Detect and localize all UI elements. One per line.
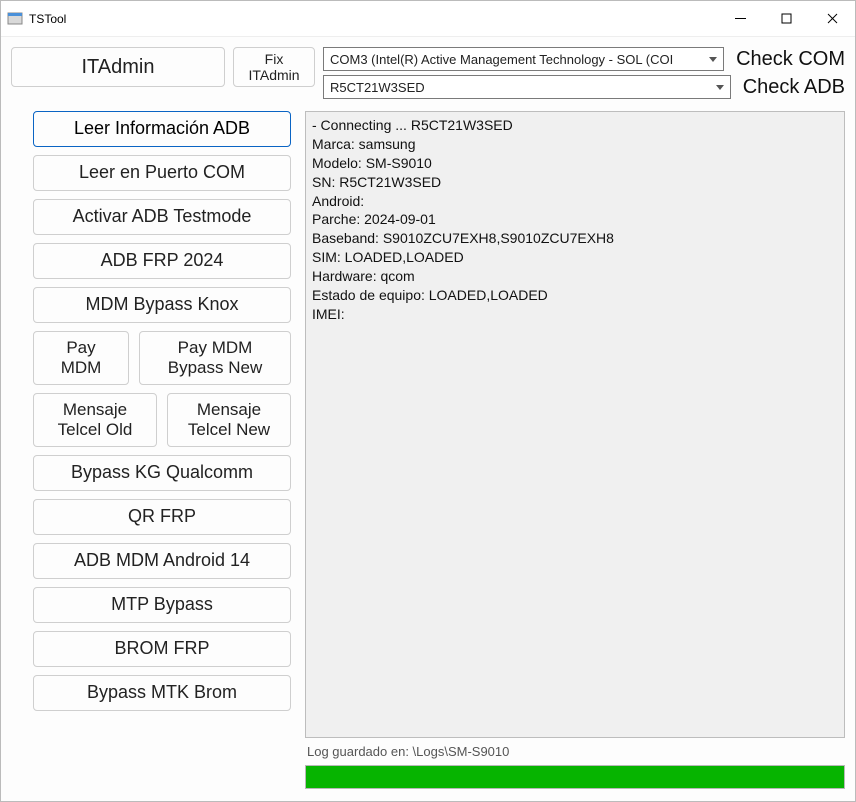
mensaje-row: Mensaje Telcel Old Mensaje Telcel New: [33, 393, 291, 447]
status-text: Log guardado en: \Logs\SM-S9010: [305, 744, 845, 759]
check-com-link[interactable]: Check COM: [736, 48, 845, 71]
left-column: Leer Información ADB Leer en Puerto COM …: [11, 111, 291, 789]
top-row: ITAdmin Fix ITAdmin COM3 (Intel(R) Activ…: [11, 47, 845, 99]
qr-frp-button[interactable]: QR FRP: [33, 499, 291, 535]
adb-device-combo[interactable]: R5CT21W3SED: [323, 75, 731, 99]
com-port-value: COM3 (Intel(R) Active Management Technol…: [330, 52, 673, 67]
log-output[interactable]: - Connecting ... R5CT21W3SED Marca: sams…: [305, 111, 845, 738]
progress-bar: [305, 765, 845, 789]
check-adb-link[interactable]: Check ADB: [743, 76, 845, 99]
main-row: Leer Información ADB Leer en Puerto COM …: [11, 111, 845, 789]
titlebar-controls: [717, 1, 855, 37]
leer-puerto-com-button[interactable]: Leer en Puerto COM: [33, 155, 291, 191]
fix-itadmin-button[interactable]: Fix ITAdmin: [233, 47, 315, 87]
progress-fill: [306, 766, 844, 788]
pay-mdm-button[interactable]: Pay MDM: [33, 331, 129, 385]
maximize-button[interactable]: [763, 1, 809, 37]
adb-frp-2024-button[interactable]: ADB FRP 2024: [33, 243, 291, 279]
close-button[interactable]: [809, 1, 855, 37]
app-icon: [7, 11, 23, 27]
mdm-bypass-knox-button[interactable]: MDM Bypass Knox: [33, 287, 291, 323]
bypass-kg-qualcomm-button[interactable]: Bypass KG Qualcomm: [33, 455, 291, 491]
adb-device-value: R5CT21W3SED: [330, 80, 425, 95]
right-column: - Connecting ... R5CT21W3SED Marca: sams…: [305, 111, 845, 789]
activar-adb-testmode-button[interactable]: Activar ADB Testmode: [33, 199, 291, 235]
top-right: COM3 (Intel(R) Active Management Technol…: [323, 47, 845, 99]
leer-info-adb-button[interactable]: Leer Información ADB: [33, 111, 291, 147]
com-port-combo[interactable]: COM3 (Intel(R) Active Management Technol…: [323, 47, 724, 71]
adb-mdm-android14-button[interactable]: ADB MDM Android 14: [33, 543, 291, 579]
bypass-mtk-brom-button[interactable]: Bypass MTK Brom: [33, 675, 291, 711]
adb-row: R5CT21W3SED Check ADB: [323, 75, 845, 99]
brom-frp-button[interactable]: BROM FRP: [33, 631, 291, 667]
app-window: TSTool ITAdmin Fix ITAdmin COM3 (Intel(R…: [0, 0, 856, 802]
mensaje-telcel-new-button[interactable]: Mensaje Telcel New: [167, 393, 291, 447]
pay-mdm-bypass-new-button[interactable]: Pay MDM Bypass New: [139, 331, 291, 385]
titlebar: TSTool: [1, 1, 855, 37]
titlebar-left: TSTool: [7, 11, 66, 27]
mtp-bypass-button[interactable]: MTP Bypass: [33, 587, 291, 623]
itadmin-button[interactable]: ITAdmin: [11, 47, 225, 87]
com-row: COM3 (Intel(R) Active Management Technol…: [323, 47, 845, 71]
pay-mdm-row: Pay MDM Pay MDM Bypass New: [33, 331, 291, 385]
window-title: TSTool: [29, 12, 66, 26]
mensaje-telcel-old-button[interactable]: Mensaje Telcel Old: [33, 393, 157, 447]
minimize-button[interactable]: [717, 1, 763, 37]
body-area: ITAdmin Fix ITAdmin COM3 (Intel(R) Activ…: [1, 37, 855, 801]
